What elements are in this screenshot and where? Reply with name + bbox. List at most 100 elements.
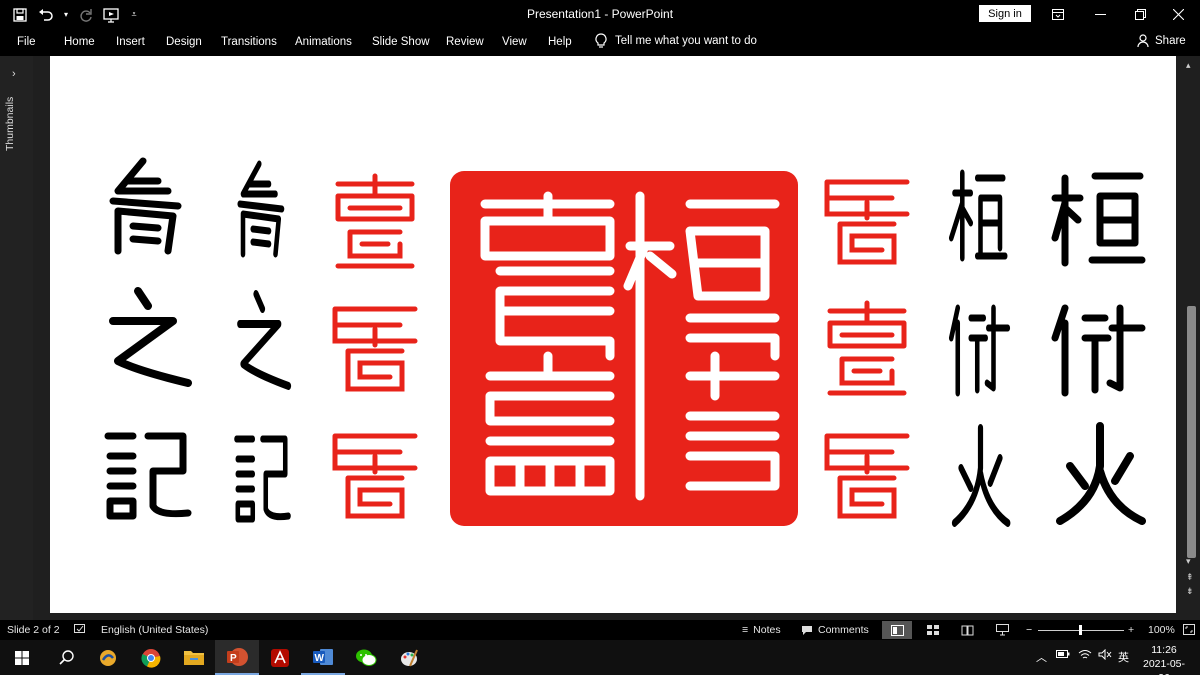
- tab-home[interactable]: Home: [64, 36, 95, 48]
- comment-icon: [801, 625, 813, 636]
- ime-indicator[interactable]: 英: [1118, 649, 1129, 665]
- thumbnails-pane[interactable]: › Thumbnails: [0, 56, 33, 620]
- search-icon[interactable]: [44, 640, 88, 675]
- red-seal-char-5: [830, 303, 904, 393]
- quick-access-toolbar: ▾ ⩡: [10, 5, 140, 24]
- sign-in-button[interactable]: Sign in: [979, 5, 1031, 22]
- fit-to-window-icon[interactable]: [1183, 624, 1195, 635]
- customize-qat-icon[interactable]: ⩡: [128, 5, 140, 24]
- share-button[interactable]: Share: [1137, 34, 1186, 48]
- comments-button[interactable]: Comments: [801, 624, 869, 636]
- share-label: Share: [1155, 35, 1186, 47]
- tab-help[interactable]: Help: [548, 36, 572, 48]
- next-slide-icon[interactable]: ⇟: [1186, 586, 1194, 597]
- chrome-icon[interactable]: [129, 640, 173, 675]
- notes-label: Notes: [753, 624, 781, 636]
- red-seal-char-1: [338, 176, 412, 266]
- chevron-right-icon[interactable]: ›: [12, 68, 16, 80]
- zoom-out-icon[interactable]: −: [1026, 624, 1032, 636]
- accessibility-icon[interactable]: [74, 624, 87, 635]
- red-seal-char-6: [827, 436, 907, 516]
- powerpoint-taskbar-icon[interactable]: P: [215, 640, 259, 675]
- reading-view-button[interactable]: [952, 621, 982, 639]
- zoom-slider-thumb[interactable]: [1079, 625, 1082, 635]
- title-bar: ▾ ⩡ Presentation1 - PowerPoint Sign in: [0, 0, 1200, 29]
- paint-icon[interactable]: [387, 640, 431, 675]
- red-seal-char-2: [335, 309, 415, 389]
- tab-design[interactable]: Design: [166, 36, 202, 48]
- slide-indicator[interactable]: Slide 2 of 2: [7, 624, 60, 636]
- brush-char-1: [113, 161, 178, 251]
- seal-script-char-1: [240, 164, 282, 254]
- word-icon[interactable]: W: [301, 640, 345, 675]
- scroll-up-icon[interactable]: ▴: [1186, 60, 1191, 71]
- brush-char-2: [113, 291, 188, 383]
- battery-icon[interactable]: [1056, 649, 1070, 659]
- acrobat-icon[interactable]: [258, 640, 302, 675]
- notes-icon: ≡: [742, 624, 749, 636]
- notes-button[interactable]: ≡ Notes: [742, 624, 781, 636]
- restore-icon[interactable]: [1120, 0, 1160, 29]
- vertical-scrollbar[interactable]: ▴ ▾ ⇞ ⇟: [1183, 56, 1200, 620]
- seal-script-char-6: [955, 428, 1008, 523]
- language-indicator[interactable]: English (United States): [101, 624, 208, 636]
- tab-view[interactable]: View: [502, 36, 527, 48]
- windows-start-icon[interactable]: [0, 640, 44, 675]
- scroll-down-icon[interactable]: ▾: [1186, 556, 1191, 567]
- sogou-input-icon[interactable]: [86, 640, 130, 675]
- slide-show-view-button[interactable]: [987, 621, 1017, 639]
- undo-dropdown-icon[interactable]: ▾: [62, 5, 70, 24]
- tab-review[interactable]: Review: [446, 36, 484, 48]
- redo-icon[interactable]: [76, 5, 96, 24]
- tray-overflow-icon[interactable]: ︿: [1036, 649, 1047, 665]
- volume-icon[interactable]: [1098, 649, 1112, 660]
- central-seal: [450, 171, 798, 526]
- windows-taskbar: P W ︿ 英 11:26 2021-05-26: [0, 640, 1200, 675]
- previous-slide-icon[interactable]: ⇞: [1186, 572, 1194, 583]
- undo-icon[interactable]: [36, 5, 56, 24]
- slide-sorter-view-button[interactable]: [918, 621, 948, 639]
- wifi-icon[interactable]: [1078, 649, 1092, 660]
- comments-label: Comments: [818, 624, 869, 636]
- svg-text:P: P: [230, 653, 237, 664]
- slide-canvas[interactable]: [50, 56, 1176, 613]
- minimize-icon[interactable]: [1080, 0, 1120, 29]
- tab-insert[interactable]: Insert: [116, 36, 145, 48]
- ribbon-display-options-icon[interactable]: [1038, 0, 1078, 29]
- brush-char-4: [1055, 176, 1142, 263]
- seal-script-char-5: [951, 308, 1008, 393]
- svg-text:W: W: [315, 653, 325, 664]
- zoom-level[interactable]: 100%: [1148, 624, 1175, 636]
- seal-script-char-4: [951, 173, 1005, 258]
- seal-script-char-2: [240, 294, 289, 386]
- brush-char-3: [108, 436, 188, 516]
- tab-file[interactable]: File: [17, 36, 36, 48]
- brush-char-6: [1060, 426, 1142, 521]
- from-beginning-icon[interactable]: [102, 5, 122, 24]
- workspace: › Thumbnails ▴ ▾ ⇞ ⇟: [0, 56, 1200, 620]
- tell-me-label: Tell me what you want to do: [615, 35, 757, 47]
- lightbulb-icon: [595, 33, 607, 49]
- scrollbar-thumb[interactable]: [1187, 306, 1196, 558]
- wechat-icon[interactable]: [344, 640, 388, 675]
- status-bar: Slide 2 of 2 English (United States) ≡ N…: [0, 620, 1200, 640]
- person-icon: [1137, 34, 1150, 48]
- tab-transitions[interactable]: Transitions: [221, 36, 277, 48]
- calligraphy-seal-artwork: [50, 56, 1176, 613]
- normal-view-button[interactable]: [882, 621, 912, 639]
- clock-date: 2021-05-26: [1142, 658, 1186, 675]
- tab-animations[interactable]: Animations: [295, 36, 352, 48]
- close-icon[interactable]: [1158, 0, 1198, 29]
- tell-me-search[interactable]: Tell me what you want to do: [595, 33, 757, 49]
- ribbon-tabs: File Home Insert Design Transitions Anim…: [0, 29, 1200, 56]
- taskbar-clock[interactable]: 11:26 2021-05-26: [1138, 643, 1190, 675]
- save-icon[interactable]: [10, 5, 30, 24]
- brush-char-5: [1055, 308, 1142, 393]
- red-seal-char-4: [827, 182, 907, 262]
- tab-slide-show[interactable]: Slide Show: [372, 36, 430, 48]
- seal-script-char-3: [237, 439, 289, 519]
- red-seal-char-3: [335, 436, 415, 516]
- thumbnails-label: Thumbnails: [4, 96, 16, 151]
- file-explorer-icon[interactable]: [172, 640, 216, 675]
- zoom-in-icon[interactable]: +: [1128, 624, 1134, 636]
